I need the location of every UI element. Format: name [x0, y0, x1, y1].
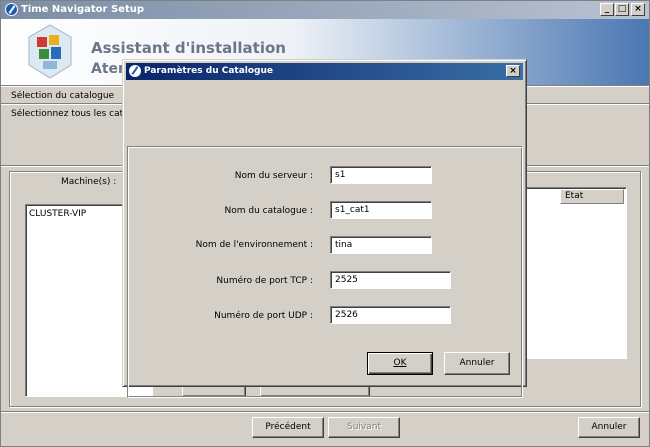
dialog-title: Paramètres du Catalogue: [144, 66, 274, 76]
divider: [1, 411, 649, 413]
dialog-app-icon: [129, 65, 141, 77]
minimize-button[interactable]: _: [600, 3, 614, 16]
banner-title: Assistant d'installation: [91, 39, 286, 57]
dialog-cancel-button[interactable]: Annuler: [444, 352, 510, 375]
udp-port-field[interactable]: [330, 306, 451, 324]
app-icon: [5, 3, 18, 16]
section-title: Sélection du catalogue: [11, 91, 115, 101]
previous-button[interactable]: Précédent: [252, 417, 324, 438]
list-item[interactable]: CLUSTER-VIP: [29, 209, 86, 219]
catalog-name-field[interactable]: [330, 201, 432, 219]
catalog-parameters-dialog: Paramètres du Catalogue × Nom du serveur…: [122, 59, 527, 398]
environment-name-field[interactable]: [330, 236, 432, 254]
catalog-name-label: Nom du catalogue :: [224, 206, 313, 216]
machines-label: Machine(s) :: [61, 177, 117, 187]
ok-label: OK: [393, 358, 407, 368]
close-button[interactable]: ×: [631, 3, 645, 16]
next-button[interactable]: Suivant: [328, 417, 400, 438]
column-header-etat[interactable]: Etat: [560, 189, 624, 204]
server-name-label: Nom du serveur :: [234, 171, 313, 181]
section-description: Sélectionnez tous les catalo: [11, 109, 137, 119]
atempo-logo-icon: [28, 24, 72, 79]
server-name-field[interactable]: [330, 166, 432, 184]
ok-button[interactable]: OK: [367, 352, 433, 375]
maximize-button[interactable]: □: [615, 3, 629, 16]
tcp-port-label: Numéro de port TCP :: [216, 276, 313, 286]
window-titlebar[interactable]: Time Navigator Setup _ □ ×: [1, 1, 649, 19]
cancel-button[interactable]: Annuler: [578, 417, 640, 438]
udp-port-label: Numéro de port UDP :: [214, 311, 313, 321]
dialog-titlebar[interactable]: Paramètres du Catalogue ×: [126, 63, 523, 80]
tcp-port-field[interactable]: [330, 271, 451, 289]
banner-subtitle: Ater: [91, 61, 125, 77]
environment-name-label: Nom de l'environnement :: [195, 240, 313, 250]
dialog-close-button[interactable]: ×: [506, 65, 520, 77]
window-title: Time Navigator Setup: [21, 4, 145, 15]
